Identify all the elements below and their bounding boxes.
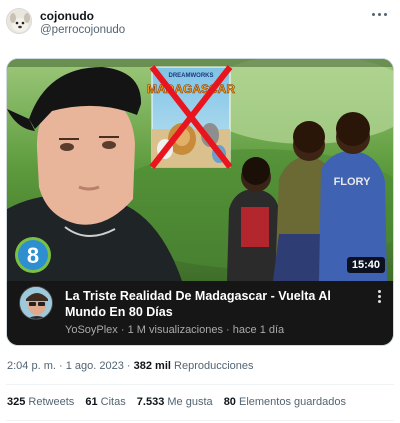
video-duration: 15:40 [346, 257, 385, 273]
tweet-stats: 325 Retweets 61 Citas 7.533 Me gusta 80 … [7, 396, 354, 408]
views-count: 382 mil [133, 360, 171, 372]
video-card[interactable]: 8 DREAMWORKS MADAGASCAR FLORY 15:40 La T… [6, 58, 394, 346]
video-views: 1 M visualizaciones [127, 324, 223, 336]
person-avatar-icon [20, 287, 52, 319]
likes-stat[interactable]: 7.533 Me gusta [137, 396, 213, 408]
quotes-count: 61 [85, 396, 98, 408]
video-title[interactable]: La Triste Realidad De Madagascar - Vuelt… [65, 288, 370, 320]
divider [6, 420, 394, 421]
views-label: Reproducciones [174, 360, 254, 372]
meta-separator: · [226, 324, 233, 336]
meta-separator: · [58, 360, 66, 372]
more-horizontal-icon [372, 13, 375, 16]
retweets-stat[interactable]: 325 Retweets [7, 396, 74, 408]
tweet-date[interactable]: 1 ago. 2023 [66, 360, 124, 372]
video-info-bar: La Triste Realidad De Madagascar - Vuelt… [7, 281, 393, 345]
user-handle[interactable]: @perrocojonudo [40, 24, 125, 36]
tweet-time[interactable]: 2:04 p. m. [7, 360, 56, 372]
retweets-label: Retweets [28, 396, 75, 408]
madagascar-poster: DREAMWORKS MADAGASCAR [147, 65, 236, 169]
video-meta: YoSoyPlex · 1 M visualizaciones · hace 1… [65, 324, 284, 336]
bookmarks-label: Elementos guardados [239, 396, 347, 408]
face-shape [36, 93, 135, 225]
quotes-label: Citas [100, 396, 126, 408]
channel-name[interactable]: YoSoyPlex [65, 324, 118, 336]
tweet-header: cojonudo @perrocojonudo [0, 0, 400, 52]
more-vertical-icon [378, 290, 381, 293]
retweets-count: 325 [7, 396, 26, 408]
dog-avatar-icon [7, 9, 31, 33]
tweet-timestamp: 2:04 p. m. · 1 ago. 2023 · 382 mil Repro… [7, 360, 254, 372]
more-options-button[interactable] [370, 6, 390, 22]
quotes-stat[interactable]: 61 Citas [85, 396, 125, 408]
shirt-text: FLORY [334, 176, 372, 188]
bookmarks-count: 80 [223, 396, 236, 408]
meta-separator: · [126, 360, 134, 372]
video-menu-button[interactable] [377, 289, 383, 305]
channel-avatar[interactable] [19, 286, 53, 320]
badge-number: 8 [27, 243, 39, 268]
meta-separator: · [120, 324, 128, 336]
likes-count: 7.533 [136, 396, 165, 408]
video-age: hace 1 día [232, 324, 285, 336]
user-avatar[interactable] [6, 8, 32, 34]
poster-logo: DREAMWORKS [169, 73, 214, 79]
divider [6, 384, 394, 385]
poster-title: MADAGASCAR [147, 82, 235, 96]
likes-label: Me gusta [167, 396, 213, 408]
display-name[interactable]: cojonudo [40, 9, 94, 23]
bookmarks-stat[interactable]: 80 Elementos guardados [224, 396, 346, 408]
video-thumbnail[interactable]: 8 DREAMWORKS MADAGASCAR FLORY [7, 59, 394, 281]
